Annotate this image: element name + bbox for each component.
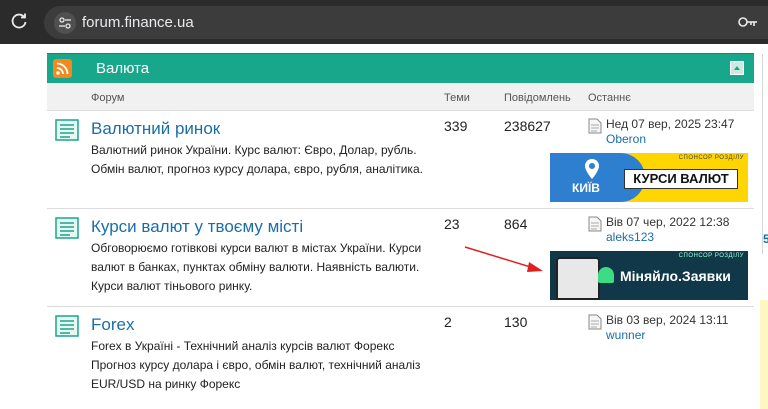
forum-description: Валютний ринок України. Курс валют: Євро… — [91, 143, 423, 176]
last-post-date: Нед 07 вер, 2025 23:47 — [606, 117, 735, 131]
topics-count: 23 — [444, 216, 460, 232]
reload-icon[interactable] — [8, 11, 30, 33]
last-post-icon[interactable] — [588, 118, 602, 134]
column-posts: Повідомлень — [504, 92, 571, 104]
collapse-icon[interactable] — [730, 61, 744, 75]
right-edge-fragment: 5 — [763, 232, 768, 246]
url-text[interactable]: forum.finance.ua — [82, 14, 194, 31]
phone-image — [556, 257, 600, 300]
sponsor-banner-exchange[interactable]: СПОНСОР РОЗДІЛУ Міняйло.Заявки — [550, 251, 748, 300]
posts-count: 130 — [504, 314, 528, 330]
posts-count: 864 — [504, 216, 528, 232]
forum-icon — [55, 217, 79, 239]
forum-row: Валютний ринок Валютний ринок України. К… — [47, 111, 754, 209]
forum-title-link[interactable]: Forex — [91, 315, 134, 335]
forum-description: Forex в Україні - Технічний аналіз курсі… — [91, 339, 421, 391]
forum-row: Курси валют у твоєму місті Обговорюємо г… — [47, 209, 754, 307]
last-post-date: Вів 03 вер, 2024 13:11 — [606, 313, 729, 327]
last-post-user-link[interactable]: Oberon — [606, 132, 646, 146]
forum-page: Валюта Форум Теми Повідомлень Останнє Ва… — [0, 44, 768, 409]
key-icon[interactable] — [738, 15, 758, 34]
column-forum: Форум — [91, 92, 125, 104]
category-header: Валюта — [47, 53, 754, 83]
rss-icon[interactable] — [53, 59, 72, 78]
annotation-arrow-icon — [464, 246, 543, 272]
column-topics: Теми — [444, 92, 470, 104]
forum-row: Forex Forex в Україні - Технічний аналіз… — [47, 307, 754, 397]
forum-title-link[interactable]: Валютний ринок — [91, 119, 220, 139]
last-post-date: Вів 07 чер, 2022 12:38 — [606, 215, 730, 229]
column-header-row: Форум Теми Повідомлень Останнє — [47, 83, 754, 111]
site-info-icon[interactable] — [54, 12, 76, 34]
last-post-icon[interactable] — [588, 314, 602, 330]
browser-toolbar: forum.finance.ua — [0, 0, 768, 44]
android-icon — [598, 267, 614, 283]
right-edge-divider — [762, 54, 763, 254]
category-title[interactable]: Валюта — [96, 60, 149, 77]
topics-count: 339 — [444, 118, 468, 134]
banner-sponsor-label: СПОНСОР РОЗДІЛУ — [678, 253, 744, 259]
last-post-icon[interactable] — [588, 216, 602, 232]
forum-icon — [55, 119, 79, 141]
banner-title: Міняйло.Заявки — [620, 268, 731, 284]
address-bar[interactable]: forum.finance.ua — [44, 6, 768, 39]
topics-count: 2 — [444, 314, 452, 330]
map-pin-icon — [585, 159, 599, 179]
last-post-user-link[interactable]: wunner — [606, 328, 645, 342]
sponsor-banner-kyiv[interactable]: КИЇВ СПОНСОР РОЗДІЛУ КУРСИ ВАЛЮТ — [550, 153, 748, 202]
right-edge-panel — [760, 300, 768, 409]
forum-icon — [55, 315, 79, 337]
forum-description: Обговорюємо готівкові курси валют в міст… — [91, 241, 422, 293]
last-post-user-link[interactable]: aleks123 — [606, 230, 654, 244]
forum-title-link[interactable]: Курси валют у твоєму місті — [91, 217, 303, 237]
banner-city: КИЇВ — [572, 181, 600, 195]
column-last: Останнє — [588, 92, 631, 104]
posts-count: 238627 — [504, 118, 551, 134]
forum-category-table: Валюта Форум Теми Повідомлень Останнє Ва… — [47, 53, 754, 397]
banner-sponsor-label: СПОНСОР РОЗДІЛУ — [678, 155, 744, 161]
banner-title: КУРСИ ВАЛЮТ — [624, 169, 738, 189]
